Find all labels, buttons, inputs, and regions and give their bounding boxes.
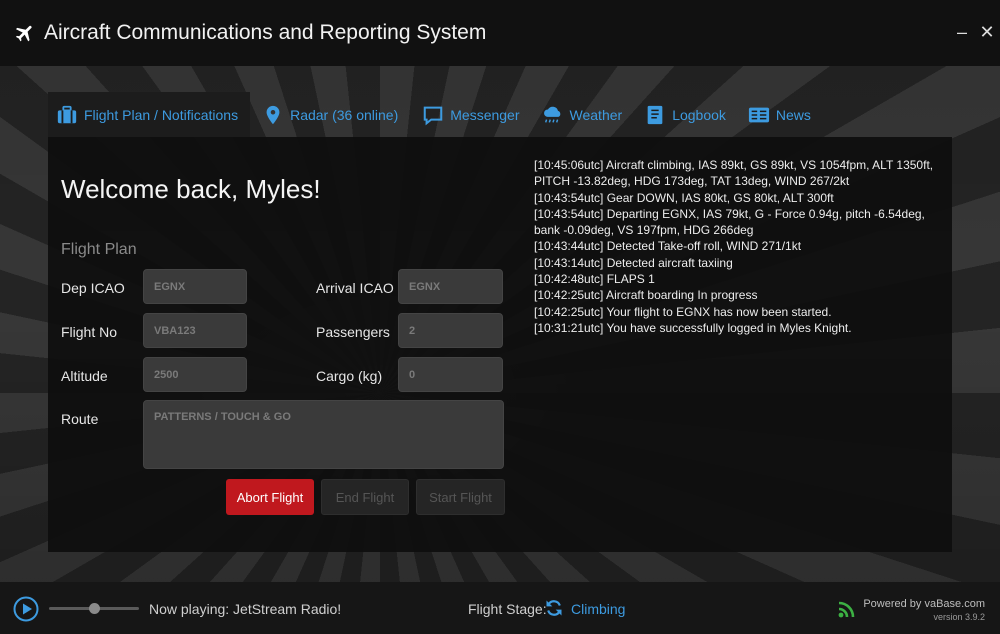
passengers-field[interactable]: 2 [398,313,503,348]
log-entry: [10:43:54utc] Gear DOWN, IAS 80kt, GS 80… [534,190,834,205]
flight-plan-panel: Welcome back, Myles! Flight Plan Dep ICA… [48,137,952,552]
version-text: version 3.9.2 [933,612,985,622]
now-playing-text: Now playing: JetStream Radio! [149,601,342,617]
tab-logbook[interactable]: Logbook [636,92,734,137]
status-bar: Now playing: JetStream Radio! Flight Sta… [0,582,1000,634]
flight-stage-value: Climbing [571,601,626,617]
log-entry: [10:43:44utc] Detected Take-off roll, WI… [534,239,802,254]
tab-label: Weather [569,106,623,123]
log-entry: [10:43:54utc] Departing EGNX, IAS 79kt, … [534,206,925,238]
log-entry: [10:31:21utc] You have successfully logg… [534,320,852,335]
abort-flight-button[interactable]: Abort Flight [226,479,314,515]
title-bar: Aircraft Communications and Reporting Sy… [0,0,1000,66]
log-entry: [10:42:25utc] Your flight to EGNX has no… [534,304,832,319]
dep-icao-label: Dep ICAO [61,280,125,296]
start-flight-button[interactable]: Start Flight [416,479,505,515]
log-entry: [10:43:14utc] Detected aircraft taxiing [534,255,733,270]
log-entry: [10:42:48utc] FLAPS 1 [534,272,655,287]
passengers-label: Passengers [316,324,390,340]
close-button[interactable]: ✕ [979,22,995,42]
app-title: Aircraft Communications and Reporting Sy… [44,21,487,44]
tab-label: Flight Plan / Notifications [84,106,239,123]
volume-slider[interactable] [49,603,139,614]
log-entry: [10:42:25utc] Aircraft boarding In progr… [534,288,758,303]
powered-by-text: Powered by vaBase.com [863,598,985,610]
tab-label: News [775,106,811,123]
notification-log: [10:45:06utc] Aircraft climbing, IAS 89k… [534,157,944,336]
tab-label: Logbook [672,106,726,123]
flight-no-label: Flight No [61,324,118,340]
tab-news[interactable]: News [740,92,819,137]
suitcase-icon [57,105,77,123]
minimize-button[interactable]: – [954,22,970,42]
tab-messenger[interactable]: Messenger [414,92,527,137]
tab-radar[interactable]: Radar (36 online) [254,92,406,137]
arrival-icao-field[interactable]: EGNX [398,269,503,304]
route-field[interactable]: PATTERNS / TOUCH & GO [143,400,504,469]
tab-label: Messenger [450,106,520,123]
tab-weather[interactable]: Weather [534,92,631,137]
chat-icon [423,106,443,125]
connection-signal-icon [838,601,855,618]
tab-bar: Flight Plan / Notifications Radar (36 on… [48,92,819,137]
tab-label: Radar (36 online) [290,106,399,123]
newspaper-icon [748,107,769,122]
altitude-label: Altitude [61,368,108,384]
cargo-label: Cargo (kg) [316,368,383,384]
dep-icao-field[interactable]: EGNX [143,269,247,304]
arrival-icao-label: Arrival ICAO [316,280,394,296]
end-flight-button[interactable]: End Flight [321,479,409,515]
map-marker-icon [266,105,280,124]
cargo-field[interactable]: 0 [398,357,503,392]
play-icon[interactable] [13,596,39,622]
tab-flight-plan[interactable]: Flight Plan / Notifications [48,92,251,137]
flight-no-field[interactable]: VBA123 [143,313,247,348]
book-icon [647,105,663,124]
volume-slider-handle[interactable] [89,603,100,614]
route-label: Route [61,411,99,427]
airplane-icon [15,25,32,42]
flight-stage-label: Flight Stage: [468,601,547,617]
weather-cloud-icon [543,106,560,123]
log-entry: [10:45:06utc] Aircraft climbing, IAS 89k… [534,158,934,189]
refresh-icon [546,600,562,616]
altitude-field[interactable]: 2500 [143,357,247,392]
flight-plan-title: Flight Plan [61,241,137,258]
welcome-heading: Welcome back, Myles! [61,174,321,204]
